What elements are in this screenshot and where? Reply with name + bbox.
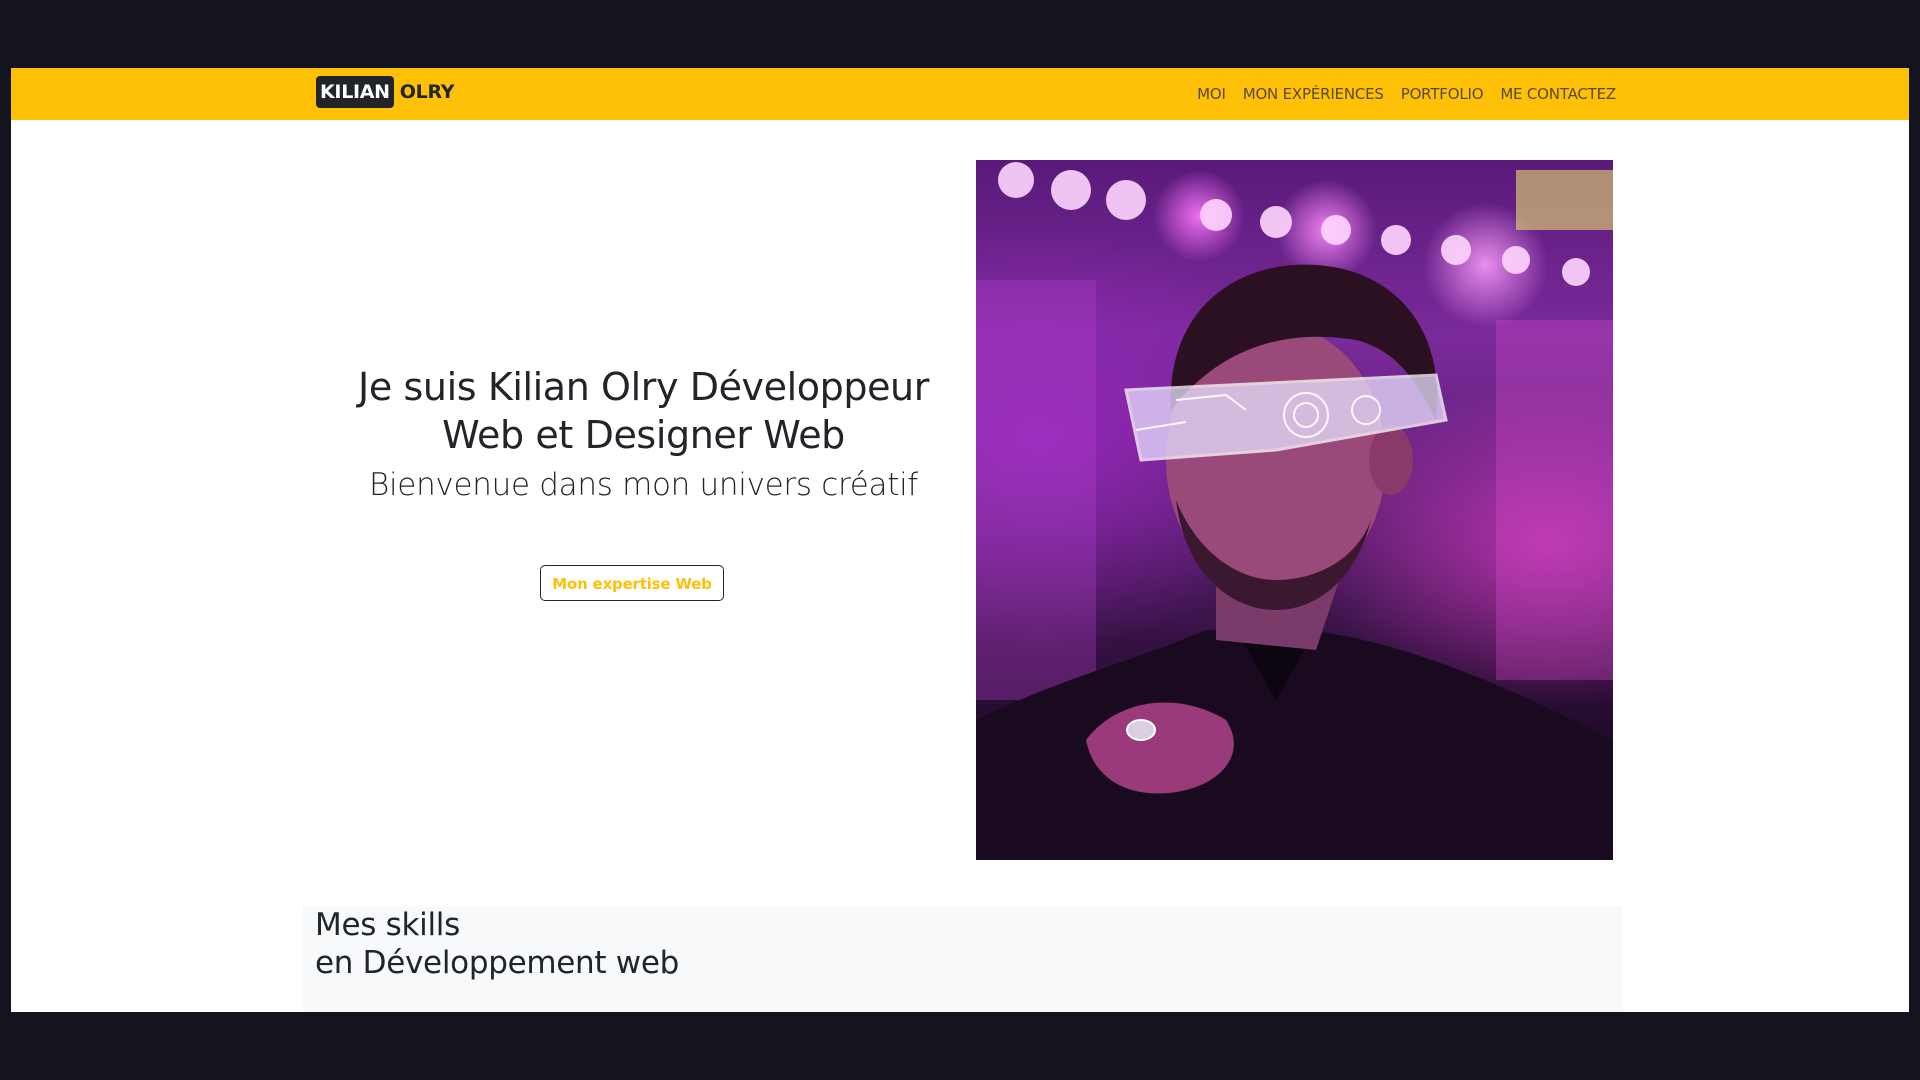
- skills-title-line1: Mes skills: [315, 907, 460, 943]
- brand-last-name: OLRY: [399, 81, 455, 103]
- hero-text-block: Je suis Kilian Olry Développeur Web et D…: [316, 363, 971, 505]
- nav-link-moi[interactable]: MOI: [1197, 85, 1226, 103]
- browser-viewport: KILIAN OLRY MOI MON EXPÉRIENCES PORTFOLI…: [11, 68, 1909, 1012]
- navbar: KILIAN OLRY MOI MON EXPÉRIENCES PORTFOLI…: [11, 68, 1909, 120]
- nav-link-experiences[interactable]: MON EXPÉRIENCES: [1243, 85, 1384, 103]
- nav-link-portfolio[interactable]: PORTFOLIO: [1401, 85, 1484, 103]
- expertise-button[interactable]: Mon expertise Web: [540, 565, 724, 601]
- hero-subtitle: Bienvenue dans mon univers créatif: [369, 467, 918, 503]
- hero-title: Je suis Kilian Olry Développeur Web et D…: [358, 365, 929, 457]
- brand-logo-link[interactable]: KILIAN OLRY: [316, 76, 455, 108]
- portrait-photo: [976, 160, 1613, 860]
- skills-section: Mes skills en Développement web: [303, 906, 1623, 1012]
- nav-link-contact[interactable]: ME CONTACTEZ: [1500, 85, 1616, 103]
- portrait-photo-icon: [976, 162, 1613, 860]
- nav-links: MOI MON EXPÉRIENCES PORTFOLIO ME CONTACT…: [1197, 68, 1616, 120]
- skills-title-line2: en Développement web: [315, 945, 679, 981]
- skills-title: Mes skills en Développement web: [315, 906, 679, 982]
- brand-first-name: KILIAN: [316, 76, 394, 108]
